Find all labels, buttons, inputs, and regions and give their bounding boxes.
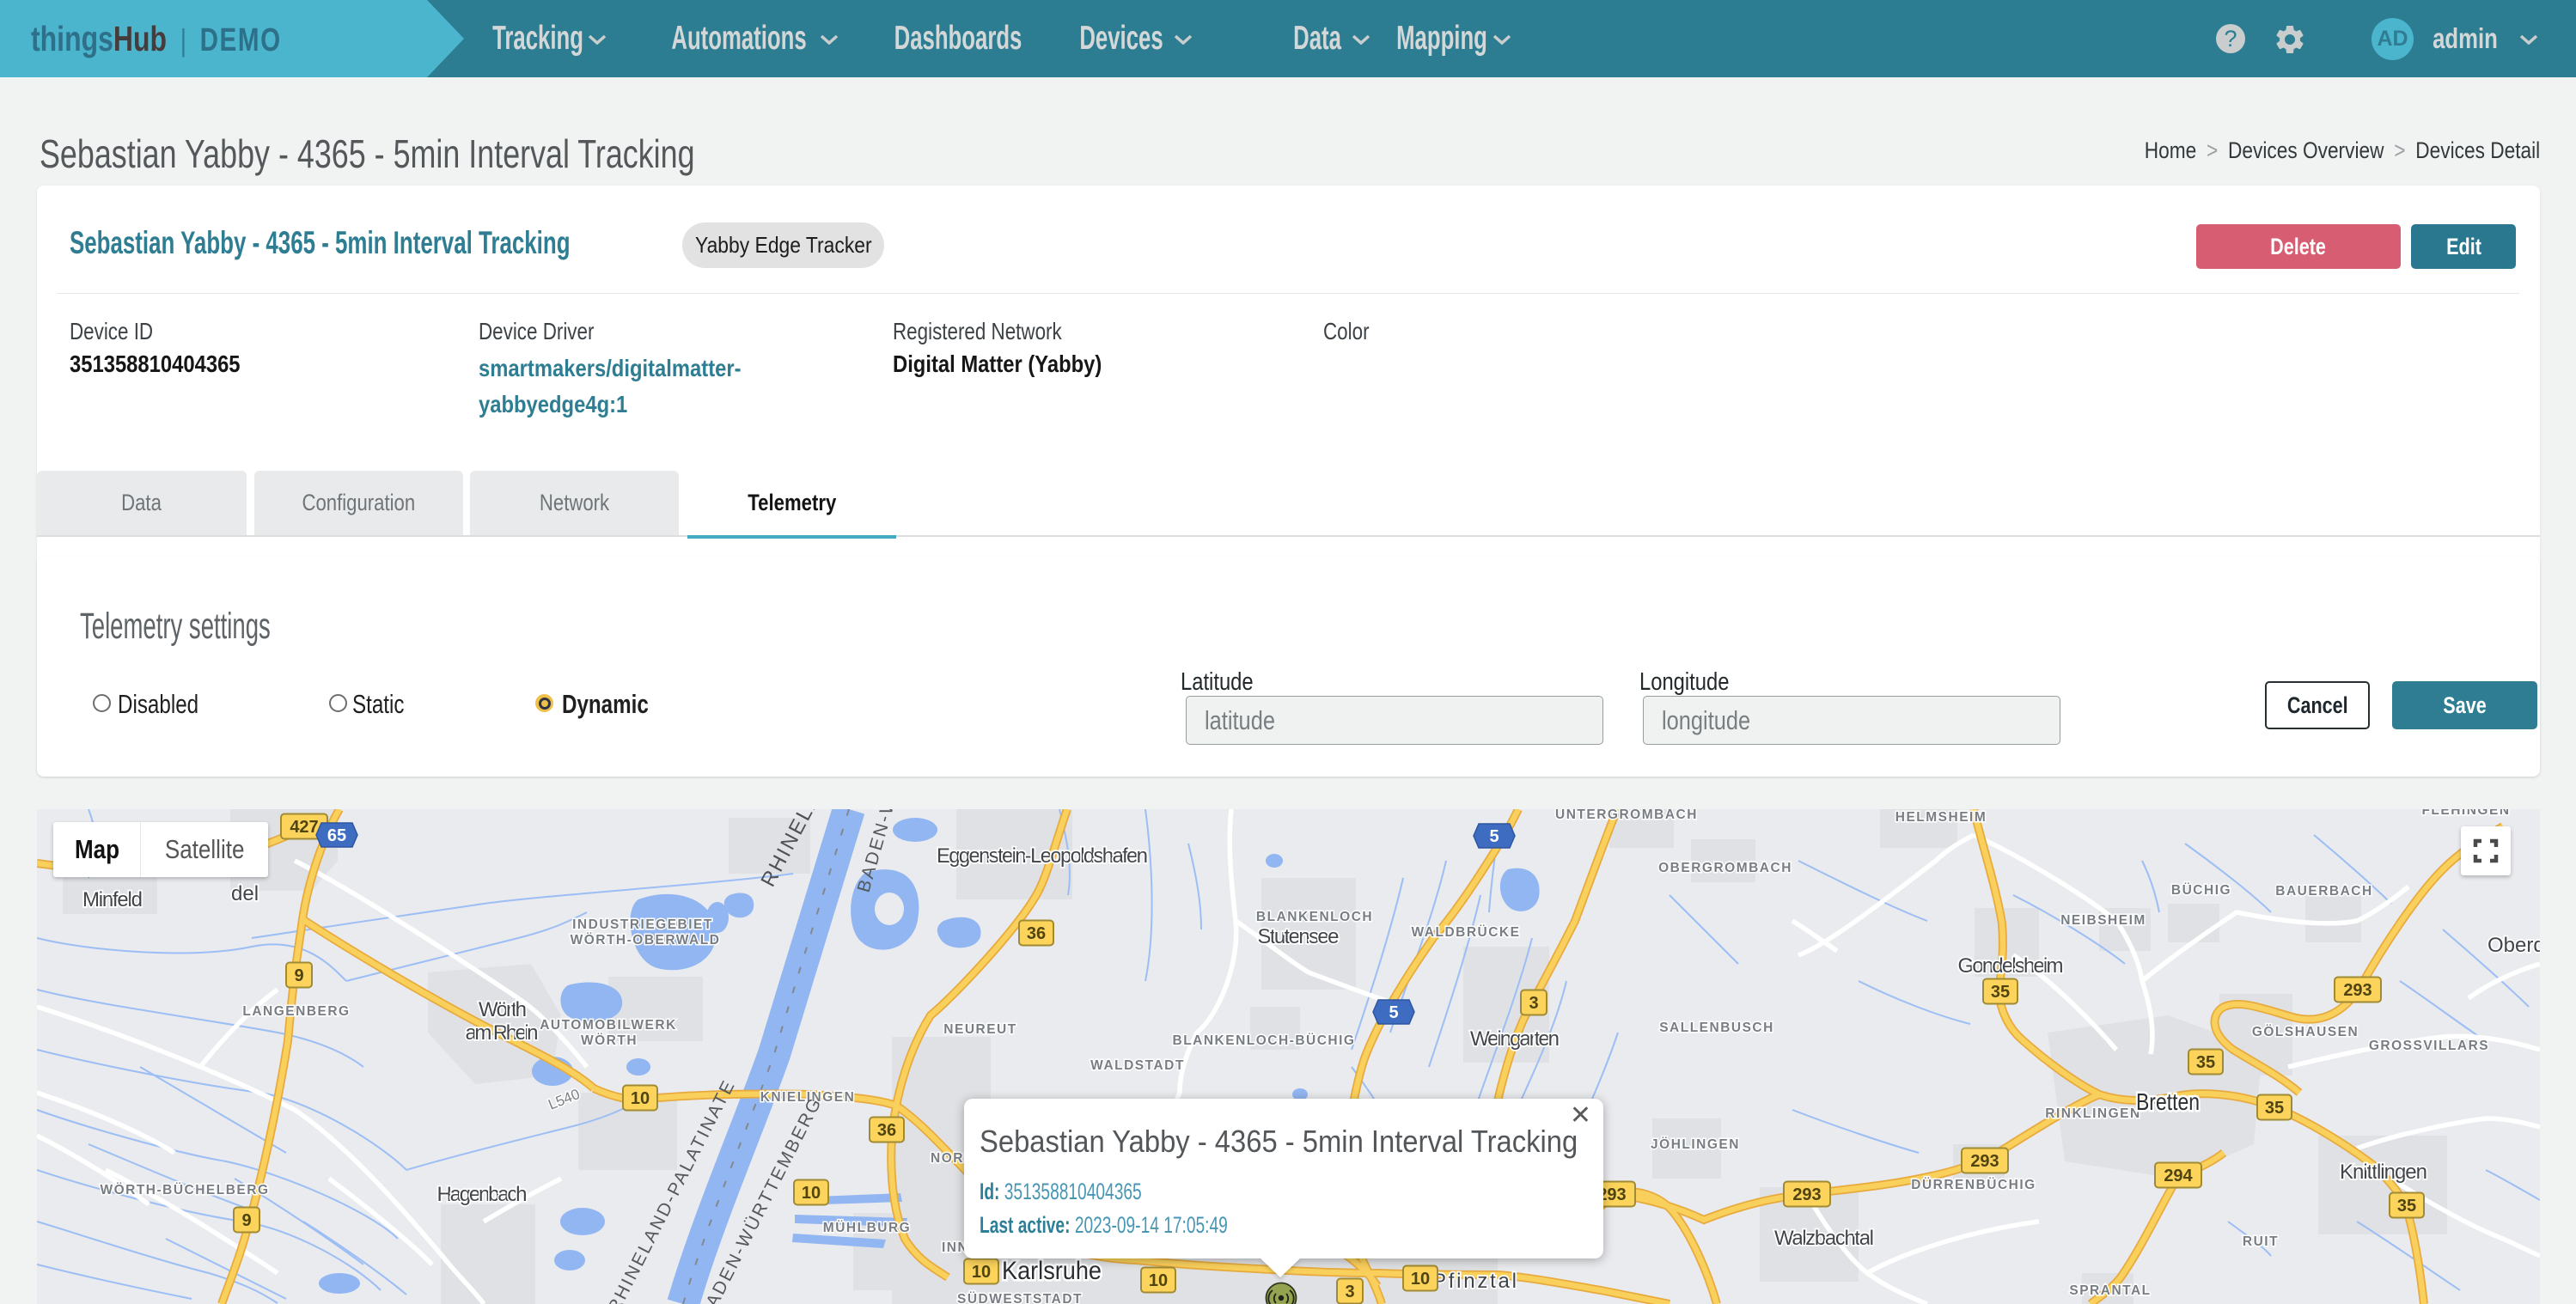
svg-text:NEUREUT: NEUREUT: [943, 1022, 1016, 1037]
svg-text:Wörth: Wörth: [479, 998, 527, 1021]
svg-text:OBERGROMBACH: OBERGROMBACH: [1658, 861, 1792, 875]
svg-text:Oberderdingen: Oberderdingen: [2487, 934, 2540, 957]
svg-text:Karlsruhe: Karlsruhe: [1002, 1257, 1102, 1285]
svg-text:BAUERBACH: BAUERBACH: [2275, 884, 2372, 899]
svg-text:SALLENBUSCH: SALLENBUSCH: [1659, 1021, 1774, 1035]
svg-text:RUIT: RUIT: [2243, 1234, 2279, 1249]
svg-text:294: 294: [2164, 1167, 2193, 1185]
svg-text:Bretten: Bretten: [2136, 1088, 2200, 1115]
svg-text:GÖLSHAUSEN: GÖLSHAUSEN: [2252, 1025, 2359, 1039]
svg-text:WÖRTH: WÖRTH: [581, 1033, 638, 1048]
svg-text:Knittlingen: Knittlingen: [2340, 1161, 2427, 1184]
svg-text:WALDBRÜCKE: WALDBRÜCKE: [1412, 925, 1521, 940]
svg-text:del: del: [231, 882, 259, 905]
svg-text:10: 10: [802, 1184, 821, 1203]
svg-text:am Rhein: am Rhein: [466, 1021, 539, 1045]
svg-text:SPRANTAL: SPRANTAL: [2069, 1283, 2151, 1298]
svg-text:10: 10: [631, 1089, 650, 1108]
svg-text:Hagenbach: Hagenbach: [437, 1183, 528, 1206]
svg-text:?: ?: [2224, 26, 2237, 52]
svg-text:35: 35: [2265, 1099, 2284, 1118]
svg-text:36: 36: [1027, 924, 1046, 943]
svg-text:HELMSHEIM: HELMSHEIM: [1895, 810, 1987, 825]
svg-text:Minfeld: Minfeld: [82, 888, 143, 911]
svg-text:INDUSTRIEGEBIET: INDUSTRIEGEBIET: [572, 917, 713, 932]
svg-text:10: 10: [972, 1263, 991, 1282]
svg-text:Stutensee: Stutensee: [1258, 925, 1340, 948]
svg-text:10: 10: [1149, 1271, 1168, 1290]
svg-text:35: 35: [1991, 983, 2010, 1002]
svg-text:Weingarten: Weingarten: [1470, 1027, 1560, 1051]
svg-text:AUTOMOBILWERK: AUTOMOBILWERK: [540, 1018, 677, 1033]
svg-text:BLANKENLOCH: BLANKENLOCH: [1256, 910, 1373, 924]
svg-text:WALDSTADT: WALDSTADT: [1090, 1058, 1185, 1073]
svg-text:35: 35: [2397, 1197, 2416, 1216]
svg-text:35: 35: [2196, 1053, 2215, 1072]
svg-text:Gondelsheim: Gondelsheim: [1958, 954, 2064, 978]
svg-text:3: 3: [1529, 994, 1538, 1013]
svg-text:GROSSVILLARS: GROSSVILLARS: [2369, 1039, 2489, 1053]
svg-text:FLEHINGEN: FLEHINGEN: [2421, 809, 2510, 818]
svg-text:DÜRRENBÜCHIG: DÜRRENBÜCHIG: [1911, 1178, 2036, 1192]
svg-text:SÜDWESTSTADT: SÜDWESTSTADT: [957, 1292, 1083, 1304]
svg-text:WÖRTH-BÜCHELBERG: WÖRTH-BÜCHELBERG: [100, 1183, 269, 1197]
svg-text:WÖRTH-OBERWALD: WÖRTH-OBERWALD: [571, 933, 721, 948]
svg-text:9: 9: [294, 966, 303, 985]
svg-text:Walzbachtal: Walzbachtal: [1774, 1227, 1874, 1250]
svg-text:RINKLINGEN: RINKLINGEN: [2045, 1106, 2140, 1121]
svg-text:NEIBSHEIM: NEIBSHEIM: [2060, 913, 2146, 928]
svg-text:MÜHLBURG: MÜHLBURG: [823, 1221, 911, 1235]
svg-text:65: 65: [327, 826, 346, 845]
svg-text:LANGENBERG: LANGENBERG: [242, 1004, 350, 1019]
svg-text:36: 36: [877, 1121, 896, 1140]
svg-text:293: 293: [1970, 1152, 1999, 1171]
svg-text:5: 5: [1489, 827, 1499, 846]
svg-text:JÖHLINGEN: JÖHLINGEN: [1651, 1137, 1740, 1152]
svg-text:UNTERGROMBACH: UNTERGROMBACH: [1555, 809, 1698, 822]
svg-text:9: 9: [241, 1211, 251, 1230]
svg-text:BLANKENLOCH-BÜCHIG: BLANKENLOCH-BÜCHIG: [1173, 1033, 1356, 1048]
svg-text:Pfinztal: Pfinztal: [1432, 1270, 1517, 1293]
svg-text:427: 427: [290, 818, 318, 837]
svg-text:3: 3: [1345, 1283, 1354, 1301]
svg-text:Eggenstein-Leopoldshafen: Eggenstein-Leopoldshafen: [937, 844, 1148, 868]
svg-text:293: 293: [1792, 1185, 1821, 1204]
svg-text:5: 5: [1389, 1003, 1398, 1022]
svg-text:10: 10: [1411, 1270, 1430, 1289]
svg-text:293: 293: [2343, 981, 2372, 1000]
svg-text:BÜCHIG: BÜCHIG: [2171, 883, 2231, 898]
